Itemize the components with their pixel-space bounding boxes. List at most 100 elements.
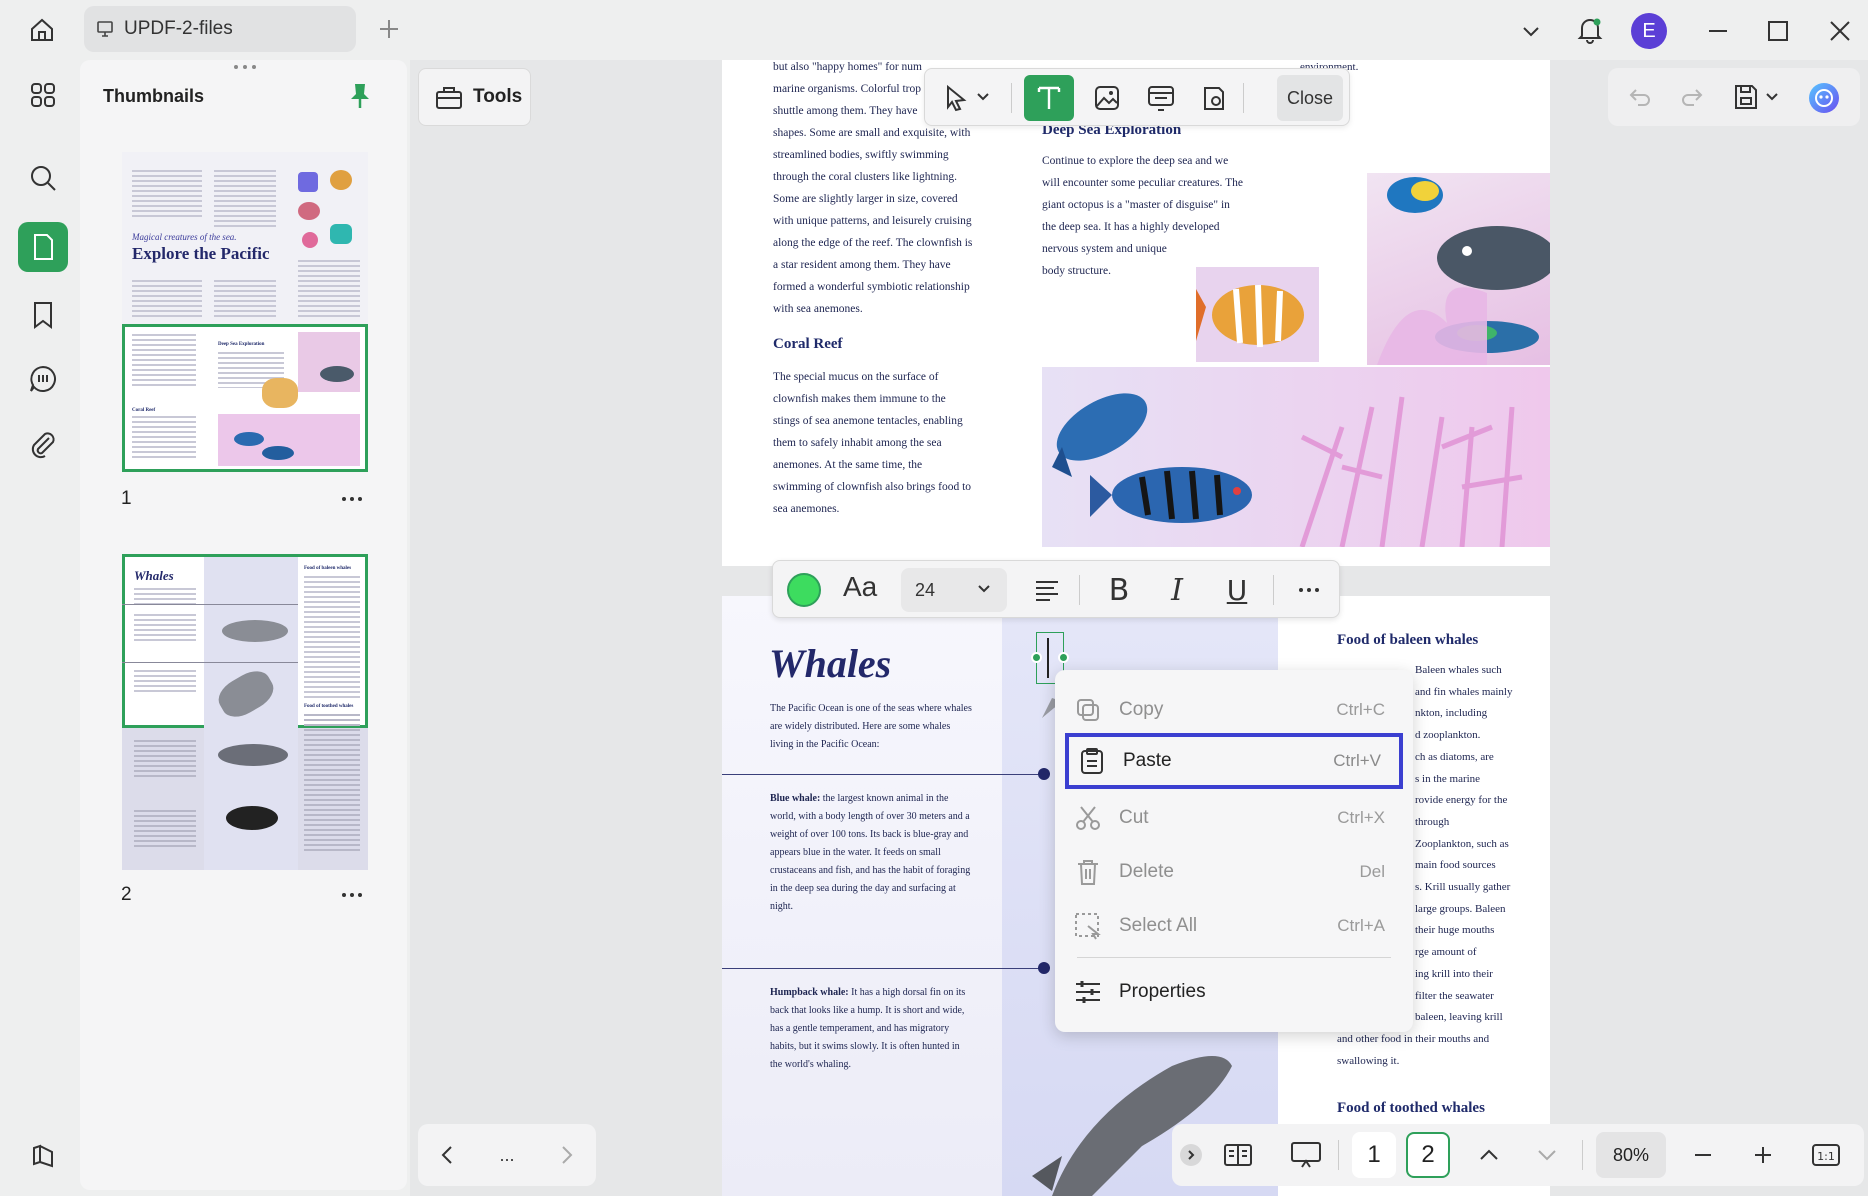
text-line: clownfish makes them immune to the <box>773 393 946 405</box>
baleen-text-tail: and other food in their mouths and swall… <box>1337 1029 1557 1072</box>
text-line: It has a high dorsal fin on its <box>848 987 966 998</box>
context-menu-properties[interactable]: Properties <box>1065 966 1403 1018</box>
select-pointer-icon[interactable] <box>937 79 977 117</box>
thumbnail-page-1-more-icon[interactable] <box>341 496 363 502</box>
layers-icon[interactable] <box>18 1130 68 1180</box>
next-icon[interactable] <box>550 1138 584 1172</box>
font-family-icon[interactable]: Aa <box>843 571 877 603</box>
bookmark-icon[interactable] <box>18 290 68 340</box>
divider <box>1338 1140 1339 1170</box>
home-icon[interactable] <box>20 10 64 50</box>
align-icon[interactable] <box>1027 573 1067 607</box>
text-line: the largest known animal in the <box>820 793 949 804</box>
text-line: the world's whaling. <box>770 1059 851 1070</box>
context-menu-label: Cut <box>1119 807 1149 828</box>
pin-icon[interactable] <box>348 82 372 110</box>
add-location-icon[interactable] <box>1191 79 1235 117</box>
maximize-icon[interactable] <box>1760 14 1796 48</box>
presentation-icon[interactable] <box>1286 1138 1326 1172</box>
comment-icon[interactable] <box>18 354 68 404</box>
context-menu-shortcut: Ctrl+C <box>1336 700 1385 719</box>
page-layout-icon[interactable] <box>1218 1138 1258 1172</box>
context-menu-paste[interactable]: Paste Ctrl+V <box>1065 733 1403 789</box>
attachment-icon[interactable] <box>18 420 68 470</box>
tools-button[interactable]: Tools <box>418 68 531 126</box>
previous-icon[interactable] <box>430 1138 464 1172</box>
text-line: are widely distributed. Here are some wh… <box>770 721 951 732</box>
toothed-heading: Food of toothed whales <box>1337 1100 1485 1116</box>
thumbnail-page-2-more-icon[interactable] <box>341 892 363 898</box>
resize-handle-left[interactable] <box>1031 652 1042 663</box>
context-menu-select-all[interactable]: Select All Ctrl+A <box>1065 900 1403 952</box>
pointer-chevron-down-icon[interactable] <box>975 87 991 107</box>
context-menu-delete[interactable]: Delete Del <box>1065 846 1403 898</box>
minimize-icon[interactable] <box>1700 14 1736 48</box>
avatar-letter: E <box>1642 19 1656 42</box>
save-chevron-down-icon[interactable] <box>1764 88 1780 106</box>
redo-icon[interactable] <box>1674 80 1710 114</box>
notification-bell-icon[interactable] <box>1572 12 1608 48</box>
page-down-icon[interactable] <box>1530 1138 1564 1172</box>
actual-size-icon[interactable]: 1:1 <box>1806 1138 1846 1172</box>
grid-view-icon[interactable] <box>18 70 68 120</box>
text-line: a star resident among them. They have <box>773 259 951 271</box>
baleen-heading: Food of baleen whales <box>1337 632 1479 648</box>
page-2-button[interactable]: 2 <box>1406 1132 1450 1178</box>
page-1-button[interactable]: 1 <box>1352 1132 1396 1178</box>
close-edit-button[interactable]: Close <box>1277 75 1343 121</box>
add-image-icon[interactable] <box>1085 79 1129 117</box>
thumbnail-page-2[interactable]: Whales Food of baleen whales Food of too… <box>122 554 368 870</box>
thumbnail-page-1[interactable]: Magical creatures of the sea. Explore th… <box>122 152 368 472</box>
undo-icon[interactable] <box>1622 80 1658 114</box>
add-text-icon[interactable] <box>1024 75 1074 121</box>
context-menu-shortcut: Ctrl+A <box>1337 916 1385 935</box>
font-size-select[interactable]: 24 <box>901 568 1007 612</box>
document-tab[interactable]: UPDF-2-files <box>84 6 356 52</box>
text-line: sea anemones. <box>773 503 840 515</box>
avatar[interactable]: E <box>1631 13 1667 49</box>
text-line: and other food in their mouths and <box>1337 1033 1490 1045</box>
thumbnails-title: Thumbnails <box>103 86 205 106</box>
text-line: the deep sea. It has a highly developed <box>1042 221 1220 233</box>
add-link-icon[interactable] <box>1139 79 1183 117</box>
panel-drag-handle[interactable] <box>232 64 258 69</box>
zoom-in-icon[interactable] <box>1746 1138 1780 1172</box>
page-up-icon[interactable] <box>1472 1138 1506 1172</box>
text-line: world, with a body length of over 30 met… <box>770 811 970 822</box>
tools-label: Tools <box>473 86 523 107</box>
resize-handle-right[interactable] <box>1058 652 1069 663</box>
text-line: living in the Pacific Ocean: <box>770 739 880 750</box>
ai-assistant-icon[interactable] <box>1804 78 1844 118</box>
more-pages-button[interactable]: ... <box>490 1138 524 1172</box>
save-icon[interactable] <box>1728 78 1764 116</box>
text-line: The special mucus on the surface of <box>773 371 939 383</box>
thumbnails-page-icon[interactable] <box>18 222 68 272</box>
zoom-out-icon[interactable] <box>1686 1138 1720 1172</box>
underline-icon[interactable]: U <box>1217 571 1257 609</box>
bold-icon[interactable]: B <box>1099 571 1139 609</box>
thumbnail-page-1-label: 1 <box>121 488 132 509</box>
text-line: d zooplankton. <box>1415 729 1481 742</box>
text-line: anemones. At the same time, the <box>773 459 923 471</box>
text-line: The Pacific Ocean is one of the seas whe… <box>770 703 972 714</box>
left-rail <box>8 60 78 1190</box>
search-icon[interactable] <box>18 153 68 203</box>
italic-icon[interactable]: I <box>1157 571 1197 609</box>
text-line: baleen, leaving krill <box>1415 1011 1503 1024</box>
baleen-text: Baleen whales such and fin whales mainly… <box>1415 660 1575 1029</box>
zoom-level-field[interactable]: 80% <box>1596 1132 1666 1178</box>
context-menu-cut[interactable]: Cut Ctrl+X <box>1065 792 1403 844</box>
expand-chevron-icon[interactable] <box>1180 1144 1202 1166</box>
humpback-whale-text: Humpback whale: It has a high dorsal fin… <box>770 984 1000 1074</box>
text-color-swatch[interactable] <box>787 573 821 607</box>
edit-toolbar: Close <box>924 68 1350 126</box>
chevron-down-icon[interactable] <box>1514 14 1548 48</box>
context-menu-copy[interactable]: Copy Ctrl+C <box>1065 684 1403 736</box>
more-options-icon[interactable] <box>1289 573 1329 607</box>
divider <box>1011 83 1012 113</box>
new-tab-plus-icon[interactable] <box>372 12 406 46</box>
text-line: ing krill into their <box>1415 967 1493 980</box>
context-menu-shortcut: Del <box>1359 862 1385 881</box>
text-line: ch as diatoms, are <box>1415 750 1494 763</box>
close-window-icon[interactable] <box>1822 14 1858 48</box>
